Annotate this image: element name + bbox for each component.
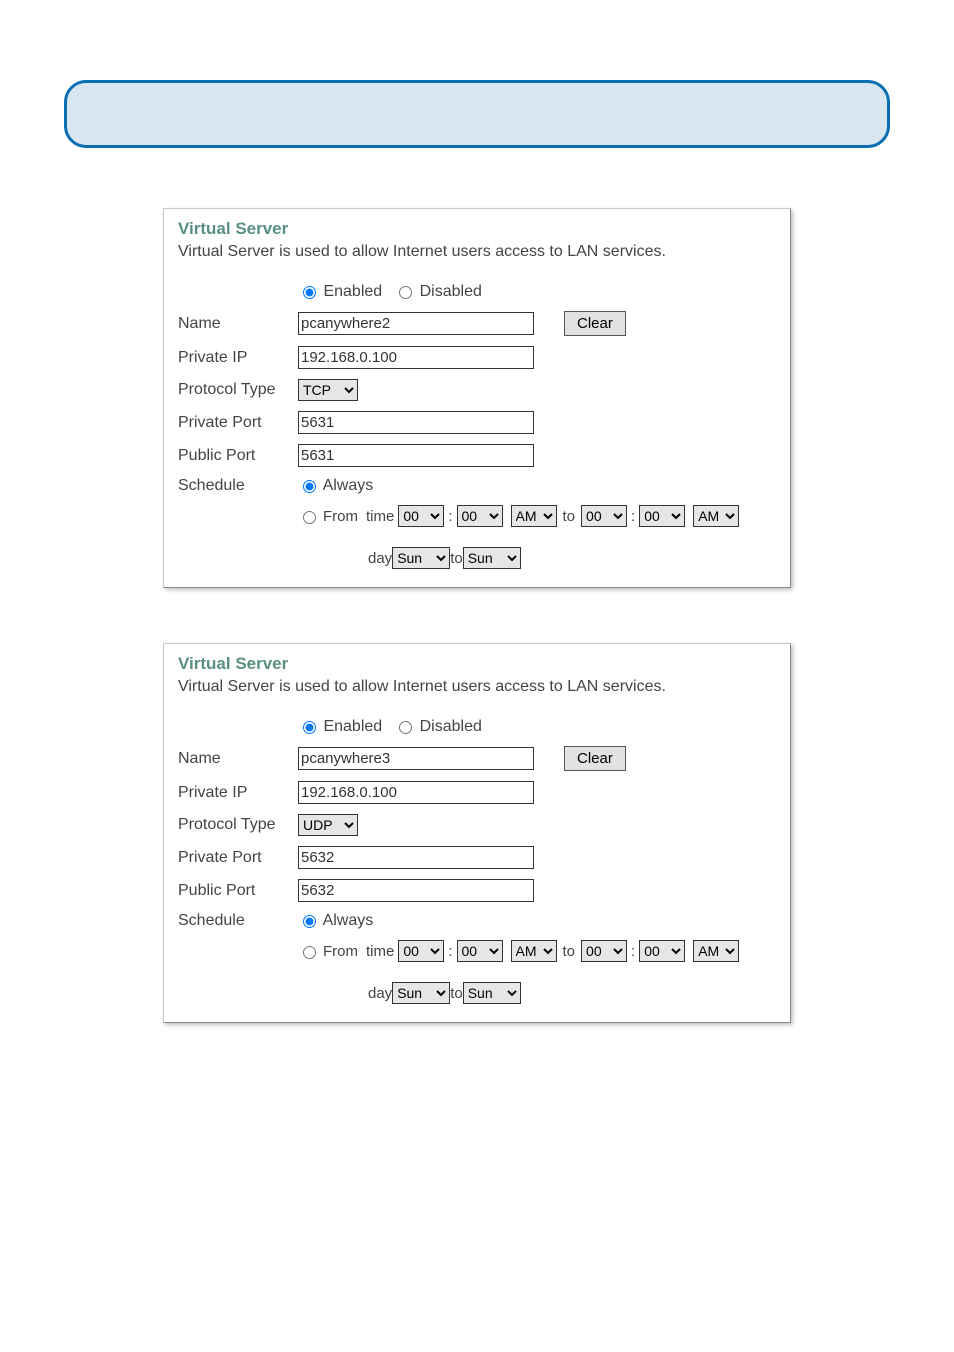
day-label: day <box>368 550 392 567</box>
to-hour-select[interactable]: 00 <box>581 940 627 962</box>
private-port-label: Private Port <box>178 849 298 867</box>
private-ip-input[interactable] <box>298 346 534 369</box>
from-minute-select[interactable]: 00 <box>457 505 503 527</box>
enabled-radio-label[interactable]: Enabled <box>298 718 382 736</box>
from-ampm-select[interactable]: AM <box>511 940 557 962</box>
from-minute-select[interactable]: 00 <box>457 940 503 962</box>
from-ampm-select[interactable]: AM <box>511 505 557 527</box>
name-input[interactable] <box>298 312 534 335</box>
protocol-type-select[interactable]: UDP <box>298 814 358 836</box>
schedule-always-radio[interactable] <box>303 480 316 493</box>
protocol-type-label: Protocol Type <box>178 816 298 834</box>
clear-button[interactable]: Clear <box>564 746 626 771</box>
public-port-label: Public Port <box>178 882 298 900</box>
disabled-radio-label[interactable]: Disabled <box>394 283 482 301</box>
public-port-input[interactable] <box>298 444 534 467</box>
day-label: day <box>368 985 392 1002</box>
enabled-radio-label[interactable]: Enabled <box>298 283 382 301</box>
disabled-radio[interactable] <box>399 721 412 734</box>
day-from-select[interactable]: Sun <box>392 982 450 1004</box>
name-label: Name <box>178 750 298 768</box>
disabled-radio-label[interactable]: Disabled <box>394 718 482 736</box>
time-label: time <box>366 508 394 525</box>
panel-description: Virtual Server is used to allow Internet… <box>178 243 776 261</box>
to-label-2: to <box>450 985 463 1002</box>
public-port-input[interactable] <box>298 879 534 902</box>
to-minute-select[interactable]: 00 <box>639 940 685 962</box>
private-ip-input[interactable] <box>298 781 534 804</box>
to-ampm-select[interactable]: AM <box>693 940 739 962</box>
to-label-2: to <box>450 550 463 567</box>
day-to-select[interactable]: Sun <box>463 982 521 1004</box>
schedule-from-radio[interactable] <box>303 946 316 959</box>
protocol-type-select[interactable]: TCP <box>298 379 358 401</box>
panel-description: Virtual Server is used to allow Internet… <box>178 678 776 696</box>
private-port-input[interactable] <box>298 411 534 434</box>
private-port-label: Private Port <box>178 414 298 432</box>
from-hour-select[interactable]: 00 <box>398 505 444 527</box>
name-label: Name <box>178 315 298 333</box>
protocol-type-label: Protocol Type <box>178 381 298 399</box>
from-label: From <box>323 943 358 960</box>
schedule-always-label[interactable]: Always <box>298 477 373 495</box>
to-label-1: to <box>563 508 576 525</box>
to-hour-select[interactable]: 00 <box>581 505 627 527</box>
schedule-label: Schedule <box>178 912 298 930</box>
to-minute-select[interactable]: 00 <box>639 505 685 527</box>
to-ampm-select[interactable]: AM <box>693 505 739 527</box>
top-callout-box <box>64 80 890 148</box>
private-ip-label: Private IP <box>178 349 298 367</box>
private-ip-label: Private IP <box>178 784 298 802</box>
disabled-radio[interactable] <box>399 286 412 299</box>
day-to-select[interactable]: Sun <box>463 547 521 569</box>
from-hour-select[interactable]: 00 <box>398 940 444 962</box>
day-from-select[interactable]: Sun <box>392 547 450 569</box>
to-label-1: to <box>563 943 576 960</box>
virtual-server-panel-1: Virtual Server Virtual Server is used to… <box>163 208 791 588</box>
name-input[interactable] <box>298 747 534 770</box>
panel-title: Virtual Server <box>178 654 776 674</box>
enabled-radio[interactable] <box>303 721 316 734</box>
panel-title: Virtual Server <box>178 219 776 239</box>
from-label: From <box>323 508 358 525</box>
schedule-always-label[interactable]: Always <box>298 912 373 930</box>
virtual-server-panel-2: Virtual Server Virtual Server is used to… <box>163 643 791 1023</box>
clear-button[interactable]: Clear <box>564 311 626 336</box>
schedule-from-radio[interactable] <box>303 511 316 524</box>
schedule-always-radio[interactable] <box>303 915 316 928</box>
public-port-label: Public Port <box>178 447 298 465</box>
private-port-input[interactable] <box>298 846 534 869</box>
enabled-radio[interactable] <box>303 286 316 299</box>
schedule-label: Schedule <box>178 477 298 495</box>
time-label: time <box>366 943 394 960</box>
